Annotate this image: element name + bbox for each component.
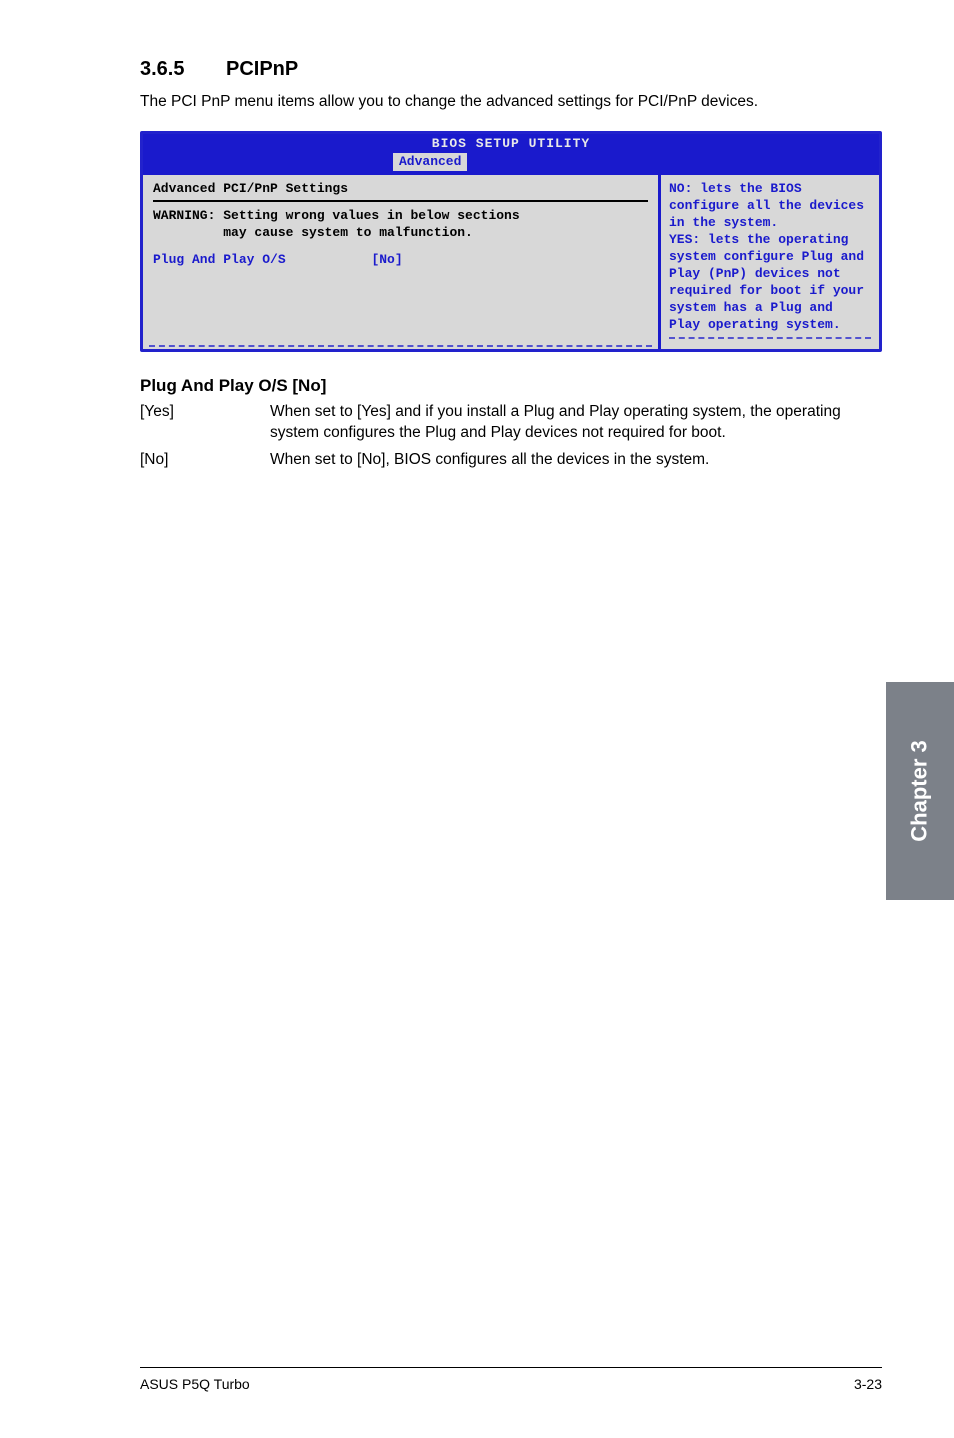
bios-bottom-border bbox=[149, 345, 652, 347]
bios-tab-row: Advanced bbox=[143, 153, 879, 174]
bios-help-text: NO: lets the BIOS configure all the devi… bbox=[669, 181, 871, 333]
footer-left: ASUS P5Q Turbo bbox=[140, 1376, 250, 1392]
chapter-tab: Chapter 3 bbox=[886, 682, 954, 900]
bios-option-plug-and-play[interactable]: Plug And Play O/S [No] bbox=[153, 252, 648, 269]
bios-option-label: Plug And Play O/S bbox=[153, 252, 286, 267]
bios-panel-heading: Advanced PCI/PnP Settings bbox=[153, 181, 648, 198]
section-intro: The PCI PnP menu items allow you to chan… bbox=[140, 91, 882, 113]
footer-right: 3-23 bbox=[854, 1376, 882, 1392]
bios-window: BIOS SETUP UTILITY Advanced Advanced PCI… bbox=[140, 131, 882, 353]
bios-tab-advanced[interactable]: Advanced bbox=[393, 153, 467, 172]
bios-divider bbox=[153, 200, 648, 202]
section-heading: 3.6.5PCIPnP bbox=[140, 58, 882, 81]
page-footer: ASUS P5Q Turbo 3-23 bbox=[140, 1367, 882, 1392]
bios-option-value: [No] bbox=[371, 252, 402, 267]
list-item: [Yes] When set to [Yes] and if you insta… bbox=[140, 402, 882, 444]
option-desc-no: When set to [No], BIOS configures all th… bbox=[270, 450, 882, 471]
option-key-no: [No] bbox=[140, 450, 270, 471]
option-desc-yes: When set to [Yes] and if you install a P… bbox=[270, 402, 882, 444]
bios-title: BIOS SETUP UTILITY bbox=[143, 134, 879, 153]
section-title: PCIPnP bbox=[226, 58, 298, 80]
bios-main-panel: Advanced PCI/PnP Settings WARNING: Setti… bbox=[143, 175, 661, 349]
option-key-yes: [Yes] bbox=[140, 402, 270, 444]
section-number: 3.6.5 bbox=[140, 58, 226, 81]
option-list: [Yes] When set to [Yes] and if you insta… bbox=[140, 402, 882, 471]
chapter-tab-label: Chapter 3 bbox=[907, 740, 933, 841]
bios-side-border bbox=[669, 337, 871, 339]
bios-help-panel: NO: lets the BIOS configure all the devi… bbox=[661, 175, 879, 349]
list-item: [No] When set to [No], BIOS configures a… bbox=[140, 450, 882, 471]
bios-warning: WARNING: Setting wrong values in below s… bbox=[153, 208, 648, 242]
subsection-heading: Plug And Play O/S [No] bbox=[140, 376, 882, 396]
